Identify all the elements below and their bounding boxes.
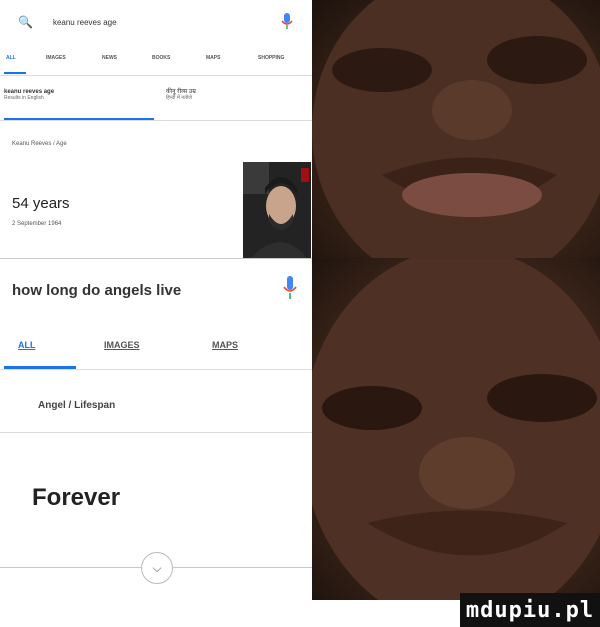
tabs-bottom: ALL IMAGES MAPS	[18, 340, 272, 350]
search-bar-top[interactable]: 🔍 keanu reeves age	[18, 12, 298, 32]
tab-maps[interactable]: MAPS	[206, 55, 258, 61]
alt-results[interactable]: हिन्दी में नतीजे	[166, 95, 196, 101]
active-tab-indicator	[4, 72, 26, 74]
mic-icon[interactable]	[281, 13, 293, 31]
divider	[0, 258, 312, 259]
language-box[interactable]: keanu reeves age Results in English	[4, 89, 304, 101]
search-bar-bottom[interactable]: how long do angels live	[12, 278, 181, 302]
tab-images[interactable]: IMAGES	[46, 55, 102, 61]
crying-man-photo-top	[312, 0, 600, 258]
divider	[0, 369, 312, 370]
tab-all[interactable]: ALL	[18, 340, 104, 350]
tab-images[interactable]: IMAGES	[104, 340, 212, 350]
breadcrumb[interactable]: Keanu Reeves / Age	[12, 141, 67, 147]
answer-value: 54 years	[12, 195, 70, 212]
divider	[0, 432, 312, 433]
alt-query: कीनू रीव्स उम्र	[166, 89, 196, 95]
birth-date: 2 September 1964	[12, 221, 62, 227]
portrait-illustration	[243, 162, 311, 258]
tab-maps[interactable]: MAPS	[212, 340, 272, 350]
search-query-bottom[interactable]: how long do angels live	[12, 282, 181, 299]
divider	[0, 120, 312, 121]
mic-icon[interactable]	[283, 276, 297, 302]
search-icon[interactable]: 🔍	[18, 15, 33, 29]
chevron-down-icon[interactable]: ⌵	[141, 552, 173, 584]
tab-shopping[interactable]: SHOPPING	[258, 55, 308, 61]
face-illustration	[312, 258, 600, 600]
tab-books[interactable]: BOOKS	[152, 55, 206, 61]
tabs-top: ALL IMAGES NEWS BOOKS MAPS SHOPPING	[6, 55, 308, 61]
reaction-images	[312, 0, 600, 600]
watermark-logo: mdupiu.pl	[460, 593, 600, 627]
search-query-top[interactable]: keanu reeves age	[53, 18, 117, 27]
tab-all[interactable]: ALL	[6, 55, 46, 61]
breadcrumb[interactable]: Angel / Lifespan	[38, 400, 115, 411]
search-panel: 🔍 keanu reeves age ALL IMAGES NEWS BOOKS…	[0, 0, 312, 627]
divider	[0, 75, 312, 76]
results-english[interactable]: Results in English	[4, 95, 304, 101]
language-box-alt[interactable]: कीनू रीव्स उम्र हिन्दी में नतीजे	[166, 87, 196, 101]
keanu-photo[interactable]	[243, 162, 311, 258]
tab-news[interactable]: NEWS	[102, 55, 152, 61]
answer-forever: Forever	[32, 484, 121, 511]
face-illustration	[312, 0, 600, 258]
crying-man-photo-bottom	[312, 258, 600, 600]
